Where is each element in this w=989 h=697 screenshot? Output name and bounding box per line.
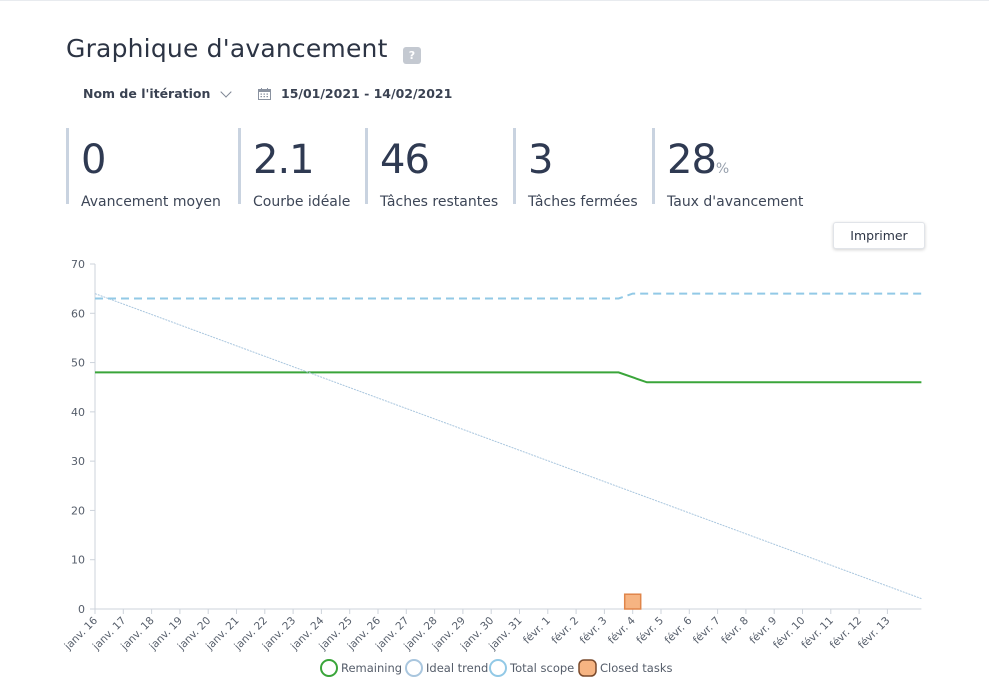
x-tick-label: févr. 7 — [691, 615, 723, 647]
x-tick-label: févr. 3 — [578, 615, 610, 647]
stat-progress-rate: 28% Taux d'avancement — [652, 128, 827, 210]
y-tick-label: 50 — [71, 357, 85, 370]
stat-label: Avancement moyen — [81, 194, 221, 210]
total-scope-line — [95, 292, 922, 300]
stat-value: 46 — [380, 137, 430, 183]
remaining-legend-swatch — [320, 659, 338, 677]
stat-value: 2.1 — [253, 137, 315, 183]
x-tick-label: févr. 4 — [606, 614, 638, 646]
chevron-down-icon — [220, 85, 233, 98]
remaining-legend-label: Remaining — [341, 661, 402, 675]
y-tick-label: 30 — [71, 455, 85, 468]
stat-remaining-tasks: 46 Tâches restantes — [365, 128, 513, 210]
x-tick-label: févr. 13 — [856, 615, 893, 652]
ideal-trend-line — [94, 293, 922, 600]
date-range-picker[interactable]: 15/01/2021 - 14/02/2021 — [258, 86, 452, 101]
stat-value: 0 — [81, 137, 106, 183]
y-tick-label: 60 — [71, 307, 85, 320]
x-tick-label: févr. 5 — [634, 615, 666, 647]
top-divider — [0, 0, 989, 1]
stat-value: 28% — [667, 137, 730, 183]
ideal-trend-legend-label: Ideal trend — [426, 661, 488, 675]
stat-label: Taux d'avancement — [667, 194, 804, 210]
page-title: Graphique d'avancement — [66, 34, 388, 63]
closed-tasks-legend-swatch — [578, 659, 597, 677]
ideal-trend-legend-swatch — [405, 659, 423, 677]
y-tick-label: 10 — [71, 554, 85, 567]
stat-label: Tâches fermées — [528, 194, 638, 210]
help-icon[interactable]: ? — [403, 47, 421, 64]
stat-label: Courbe idéale — [253, 194, 351, 210]
remaining-line — [95, 371, 922, 384]
total-scope-legend-label: Total scope — [509, 661, 574, 675]
y-tick-label: 20 — [71, 504, 85, 517]
stat-ideal-curve: 2.1 Courbe idéale — [238, 128, 365, 210]
x-tick-label: févr. 6 — [663, 614, 695, 646]
x-tick-label: févr. 2 — [549, 615, 581, 647]
stats-row: 0 Avancement moyen 2.1 Courbe idéale 46 … — [66, 128, 827, 210]
x-tick-label: févr. 8 — [719, 615, 751, 647]
x-tick-label: févr. 1 — [521, 615, 553, 647]
closed-tasks-legend-label: Closed tasks — [600, 661, 672, 675]
closed-tasks-bar — [623, 593, 642, 610]
print-button[interactable]: Imprimer — [833, 222, 925, 249]
y-tick-label: 40 — [71, 406, 85, 419]
total-scope-legend-swatch — [489, 659, 507, 677]
stat-value: 3 — [528, 137, 553, 183]
date-range-text: 15/01/2021 - 14/02/2021 — [281, 86, 453, 101]
iteration-select-label: Nom de l'itération — [83, 86, 211, 101]
stat-closed-tasks: 3 Tâches fermées — [513, 128, 652, 210]
burndown-chart: 010203040506070janv. 16janv. 17janv. 18j… — [62, 258, 922, 677]
iteration-select[interactable]: Nom de l'itération — [83, 85, 233, 101]
stat-average-progress: 0 Avancement moyen — [66, 128, 238, 210]
y-tick-label: 0 — [78, 603, 85, 616]
stat-label: Tâches restantes — [380, 194, 499, 210]
calendar-icon — [258, 87, 271, 100]
y-tick-label: 70 — [71, 258, 85, 271]
